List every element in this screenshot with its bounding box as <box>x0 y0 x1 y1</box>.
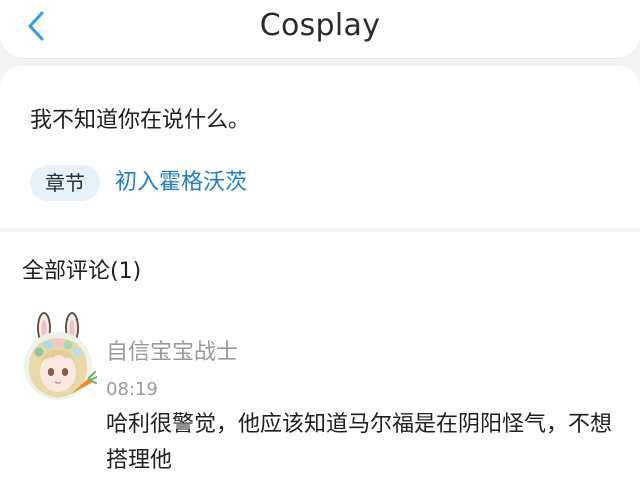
post-card: 我不知道你在说什么。 章节 初入霍格沃茨 <box>0 66 640 228</box>
avatar[interactable] <box>19 312 98 402</box>
comments-title: 全部评论(1) <box>22 259 142 284</box>
page-title: Cosplay <box>259 8 381 43</box>
post-text: 我不知道你在说什么。 <box>30 108 251 133</box>
chapter-tag: 章节 <box>30 165 100 201</box>
comment-username[interactable]: 自信宝宝战士 <box>106 338 238 368</box>
chapter-link[interactable]: 初入霍格沃茨 <box>115 168 247 198</box>
comments-section: 全部评论(1) 自信宝宝战士 08:19 哈利很警觉，他应该知道马尔福是在阴阳怪… <box>0 232 640 500</box>
comment-text: 哈利很警觉，他应该知道马尔福是在阴阳怪气，不想搭理他 <box>106 412 613 473</box>
header-bar: Cosplay <box>0 0 640 58</box>
comment-time: 08:19 <box>106 379 158 400</box>
